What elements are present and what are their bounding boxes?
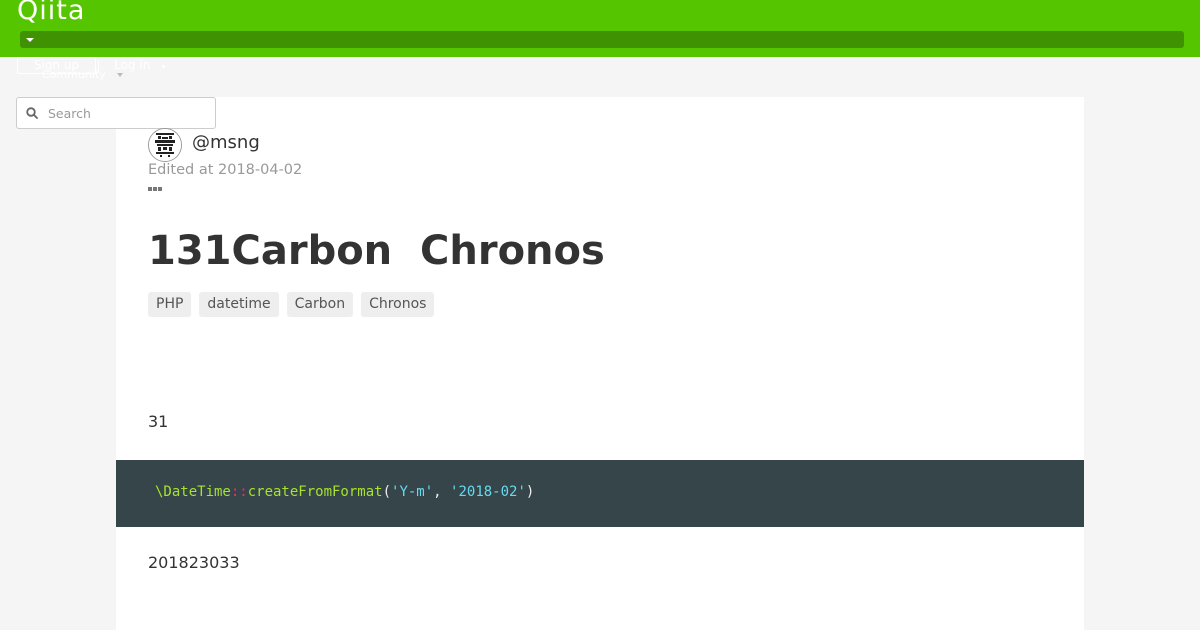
chevron-down-icon[interactable] [117, 73, 123, 77]
edited-date: Edited at 2018-04-02 [148, 162, 303, 178]
code-string: '2018-02' [450, 484, 526, 500]
code-block: \DateTime::createFromFormat('Y-m', '2018… [116, 460, 1084, 527]
code-method: createFromFormat [247, 484, 383, 500]
search-icon [26, 107, 38, 119]
header-menu-bar[interactable] [20, 31, 1184, 48]
qiita-logo[interactable]: Qiita [17, 0, 85, 26]
caret-down-icon[interactable] [26, 38, 34, 42]
tag-datetime[interactable]: datetime [199, 292, 279, 317]
login-link[interactable]: Log in [114, 57, 150, 73]
tag-php[interactable]: PHP [148, 292, 192, 317]
code-comma: , [433, 484, 451, 500]
tag-chronos[interactable]: Chronos [361, 292, 435, 317]
code-paren-close: ) [525, 484, 535, 500]
author-username[interactable]: @msng [192, 132, 260, 153]
code-class: \DateTime [155, 484, 231, 500]
code-operator: :: [230, 484, 248, 500]
tag-list: PHP datetime Carbon Chronos [148, 292, 435, 317]
community-menu[interactable]: Community [42, 68, 106, 82]
code-line: \DateTime::createFromFormat('Y-m', '2018… [155, 484, 534, 500]
tag-carbon[interactable]: Carbon [286, 292, 354, 317]
code-paren-open: ( [382, 484, 392, 500]
search-box[interactable] [16, 97, 216, 129]
article-paragraph: 201823033 [148, 553, 240, 572]
search-input[interactable] [48, 98, 208, 128]
avatar[interactable] [148, 128, 182, 162]
site-header: Qiita [0, 0, 1200, 57]
dot-icon [162, 65, 165, 68]
article-title: 131Carbon Chronos [148, 228, 605, 274]
article-paragraph: 31 [148, 412, 169, 431]
avatar-image [149, 129, 181, 161]
code-string: 'Y-m' [391, 484, 434, 500]
more-options-icon[interactable] [148, 186, 164, 192]
